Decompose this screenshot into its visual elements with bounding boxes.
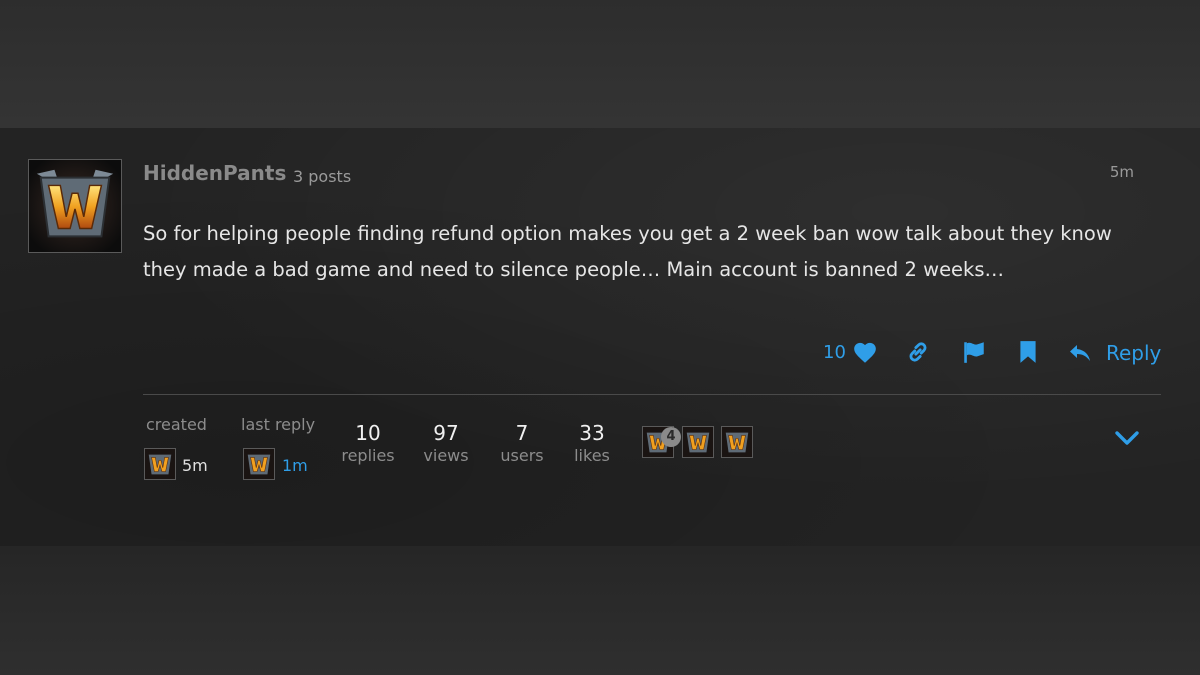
last-reply-avatar[interactable] <box>243 448 275 480</box>
stat-users: 7 users <box>482 421 562 467</box>
stat-label: views <box>423 446 469 465</box>
flag-icon <box>964 342 984 363</box>
share-link-button[interactable] <box>905 339 931 365</box>
stat-value: 10 <box>355 421 381 445</box>
like-count[interactable]: 10 <box>823 342 846 363</box>
bottom-background <box>0 546 1200 675</box>
bookmark-icon <box>1020 341 1036 363</box>
warcraft-logo-icon <box>29 160 121 252</box>
stat-label: likes <box>574 446 610 465</box>
bookmark-button[interactable] <box>1017 339 1039 365</box>
creator-avatar[interactable] <box>144 448 176 480</box>
stat-value: 7 <box>515 421 529 445</box>
reply-button[interactable]: Reply <box>1068 338 1161 368</box>
username[interactable]: HiddenPants <box>143 161 286 185</box>
reply-label: Reply <box>1106 341 1162 365</box>
stat-label: users <box>500 446 544 465</box>
heart-icon <box>854 342 876 363</box>
created-label: created <box>146 415 207 434</box>
post-age[interactable]: 5m <box>1110 163 1134 181</box>
stat-value: 97 <box>433 421 459 445</box>
forum-post: HiddenPants 3 posts 5m So for helping pe… <box>0 128 1200 546</box>
participant-avatar[interactable] <box>721 426 753 458</box>
stat-likes: 33 likes <box>552 421 632 467</box>
user-avatar[interactable] <box>28 159 122 253</box>
warcraft-logo-icon <box>722 427 752 457</box>
link-icon <box>909 342 927 362</box>
warcraft-logo-icon <box>244 449 274 479</box>
participant-avatar[interactable] <box>682 426 714 458</box>
expand-topic-map-button[interactable] <box>1114 428 1140 448</box>
flag-button[interactable] <box>961 339 987 365</box>
like-button[interactable] <box>852 340 878 366</box>
warcraft-logo-icon <box>683 427 713 457</box>
participant-post-count-badge: 4 <box>661 427 681 447</box>
top-background <box>0 0 1200 128</box>
stat-label: replies <box>341 446 395 465</box>
post-count: 3 posts <box>293 167 352 186</box>
reply-arrow-icon <box>1070 345 1090 361</box>
stat-views: 97 views <box>406 421 486 467</box>
stat-replies: 10 replies <box>328 421 408 467</box>
created-time: 5m <box>182 456 208 475</box>
last-reply-time[interactable]: 1m <box>282 456 308 475</box>
stat-value: 33 <box>579 421 605 445</box>
chevron-down-icon <box>1115 431 1139 445</box>
post-body: So for helping people finding refund opt… <box>143 222 1112 281</box>
post-actions: 10 Reply <box>0 338 1200 368</box>
divider <box>143 394 1161 395</box>
warcraft-logo-icon <box>145 449 175 479</box>
last-reply-label: last reply <box>241 415 316 434</box>
